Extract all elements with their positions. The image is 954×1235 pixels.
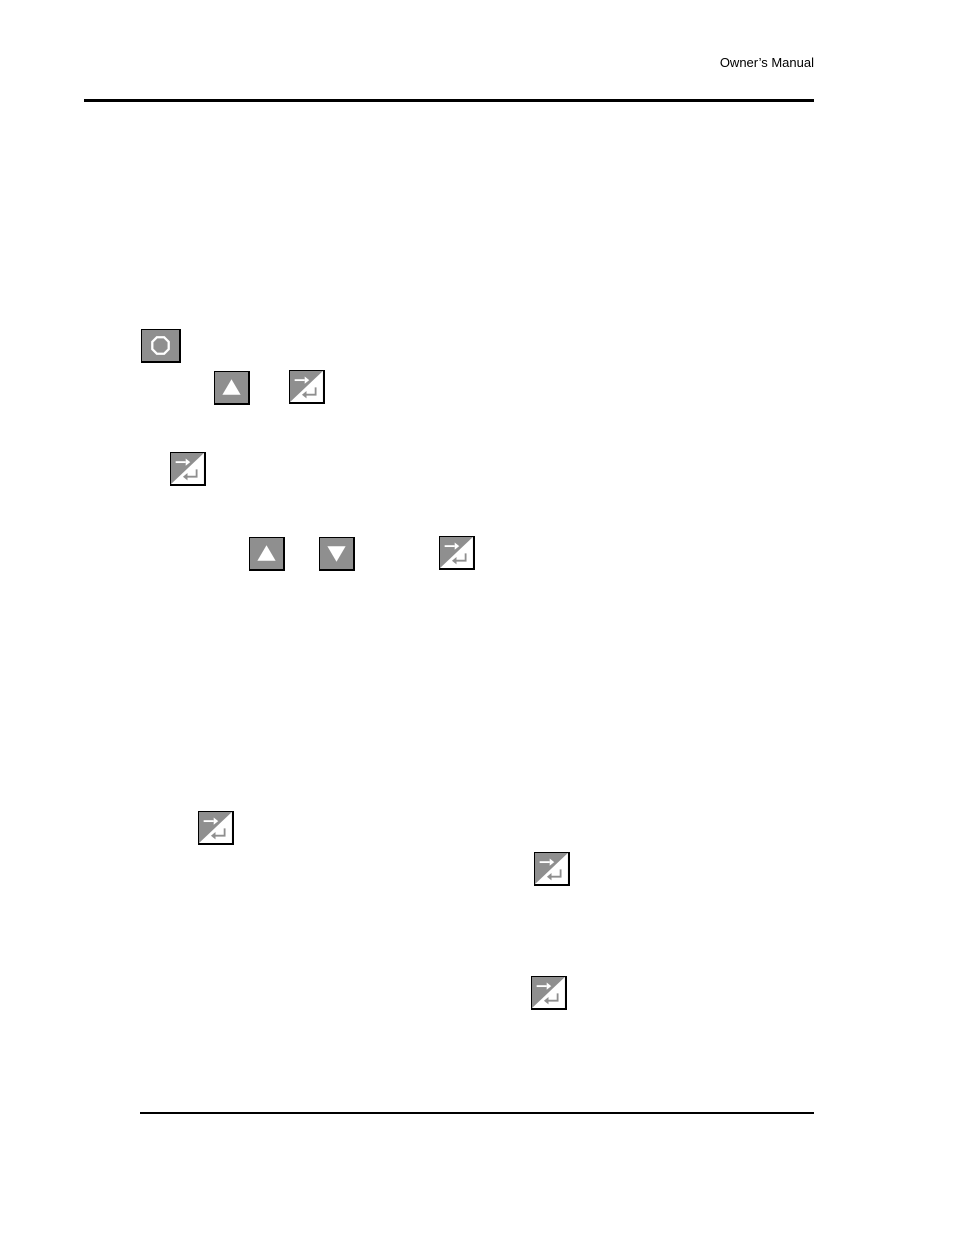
header-rule bbox=[84, 99, 814, 102]
down-arrow-icon bbox=[319, 537, 355, 571]
footer-rule bbox=[140, 1112, 814, 1114]
up-arrow-icon bbox=[214, 371, 250, 405]
enter-icon bbox=[289, 370, 325, 404]
enter-icon bbox=[439, 536, 475, 570]
enter-icon bbox=[198, 811, 234, 845]
enter-icon bbox=[534, 852, 570, 886]
up-arrow-icon bbox=[249, 537, 285, 571]
stop-icon bbox=[141, 329, 181, 363]
page-header-title: Owner’s Manual bbox=[719, 55, 814, 70]
enter-icon bbox=[170, 452, 206, 486]
enter-icon bbox=[531, 976, 567, 1010]
